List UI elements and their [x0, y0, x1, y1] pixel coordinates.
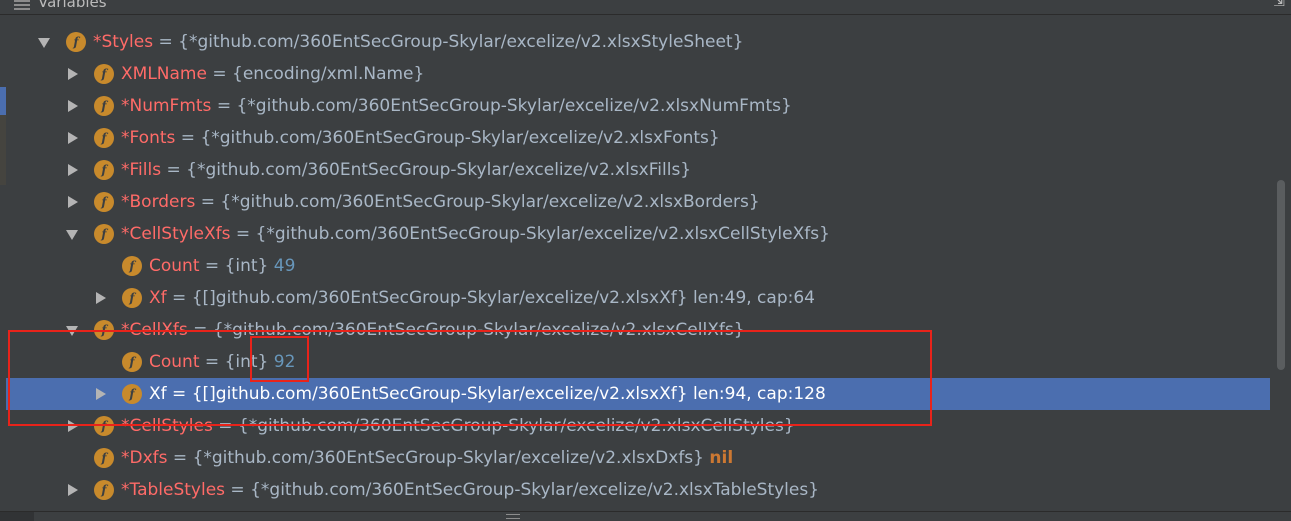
field-type: {*github.com/360EntSecGroup-Skylar/excel… — [255, 224, 830, 244]
field-icon: f — [122, 256, 142, 276]
field-type: {*github.com/360EntSecGroup-Skylar/excel… — [220, 192, 760, 212]
field-type: {*github.com/360EntSecGroup-Skylar/excel… — [186, 160, 692, 180]
field-icon: f — [94, 320, 114, 340]
field-value: 49 — [273, 256, 296, 276]
tree-row-cellxfs[interactable]: f *CellXfs = {*github.com/360EntSecGroup… — [6, 314, 1270, 346]
field-type: {[]github.com/360EntSecGroup-Skylar/exce… — [191, 288, 688, 308]
field-type: {encoding/xml.Name} — [232, 64, 425, 84]
tree-row-borders[interactable]: f *Borders = {*github.com/360EntSecGroup… — [6, 186, 1270, 218]
field-icon: f — [94, 128, 114, 148]
panel-title: Variables — [38, 0, 107, 11]
field-icon: f — [94, 96, 114, 116]
field-name: *TableStyles — [121, 480, 226, 500]
pin-icon[interactable]: ⇲ — [1273, 0, 1285, 10]
field-name: *Fonts — [121, 128, 176, 148]
tree-row-tablestyles[interactable]: f *TableStyles = {*github.com/360EntSecG… — [6, 474, 1270, 506]
tree-row-xf[interactable]: f Xf = {[]github.com/360EntSecGroup-Skyl… — [6, 282, 1270, 314]
nil-value: nil — [709, 448, 734, 468]
variables-panel-header: Variables ⇲ — [0, 0, 1291, 15]
variables-tree: f *Styles = {*github.com/360EntSecGroup-… — [6, 26, 1270, 506]
field-type: {*github.com/360EntSecGroup-Skylar/excel… — [236, 96, 792, 116]
field-name: *CellStyleXfs — [121, 224, 231, 244]
field-icon: f — [94, 192, 114, 212]
field-icon: f — [94, 480, 114, 500]
collapse-toggle-icon[interactable] — [64, 90, 80, 122]
field-meta: len:49, cap:64 — [692, 288, 815, 308]
field-type: {*github.com/360EntSecGroup-Skylar/excel… — [192, 448, 704, 468]
field-icon: f — [122, 384, 142, 404]
field-icon: f — [94, 224, 114, 244]
field-name: *Fills — [121, 160, 162, 180]
tree-row-fonts[interactable]: f *Fonts = {*github.com/360EntSecGroup-S… — [6, 122, 1270, 154]
tree-row-count[interactable]: f Count = {int} 92 — [6, 346, 1270, 378]
collapse-toggle-icon[interactable] — [92, 378, 108, 410]
resize-grip-icon[interactable] — [506, 514, 520, 519]
field-type: {*github.com/360EntSecGroup-Skylar/excel… — [237, 416, 795, 436]
field-name: *CellStyles — [121, 416, 213, 436]
field-value: 92 — [273, 352, 296, 372]
expand-toggle-icon[interactable] — [36, 26, 52, 58]
tree-row-cellstyles[interactable]: f *CellStyles = {*github.com/360EntSecGr… — [6, 410, 1270, 442]
field-type: {*github.com/360EntSecGroup-Skylar/excel… — [250, 480, 820, 500]
vertical-scrollbar[interactable] — [1271, 15, 1291, 515]
field-name: Xf — [149, 288, 167, 308]
field-icon: f — [94, 448, 114, 468]
field-type: {int} — [224, 256, 269, 276]
field-name: *CellXfs — [121, 320, 188, 340]
field-icon: f — [122, 288, 142, 308]
collapse-toggle-icon[interactable] — [64, 58, 80, 90]
field-type: {*github.com/360EntSecGroup-Skylar/excel… — [200, 128, 720, 148]
tree-row-cellstylexfs[interactable]: f *CellStyleXfs = {*github.com/360EntSec… — [6, 218, 1270, 250]
field-icon: f — [94, 160, 114, 180]
menu-icon[interactable] — [14, 0, 30, 12]
field-type: {*github.com/360EntSecGroup-Skylar/excel… — [212, 320, 745, 340]
tree-row-numfmts[interactable]: f *NumFmts = {*github.com/360EntSecGroup… — [6, 90, 1270, 122]
field-icon: f — [66, 32, 86, 52]
field-name: *Styles — [93, 32, 154, 52]
field-meta: len:94, cap:128 — [692, 384, 826, 404]
collapse-toggle-icon[interactable] — [64, 154, 80, 186]
field-name: Xf — [149, 384, 167, 404]
collapse-toggle-icon[interactable] — [64, 122, 80, 154]
collapse-toggle-icon[interactable] — [64, 474, 80, 506]
field-name: XMLName — [121, 64, 207, 84]
field-name: *Dxfs — [121, 448, 168, 468]
tree-row-dxfs[interactable]: f *Dxfs = {*github.com/360EntSecGroup-Sk… — [6, 442, 1270, 474]
field-icon: f — [94, 64, 114, 84]
collapse-toggle-icon[interactable] — [64, 410, 80, 442]
field-icon: f — [122, 352, 142, 372]
expand-toggle-icon[interactable] — [64, 218, 80, 250]
field-name: Count — [149, 352, 200, 372]
field-type: {int} — [224, 352, 269, 372]
collapse-toggle-icon[interactable] — [64, 186, 80, 218]
tree-row-fills[interactable]: f *Fills = {*github.com/360EntSecGroup-S… — [6, 154, 1270, 186]
field-name: *Borders — [121, 192, 196, 212]
expand-toggle-icon[interactable] — [64, 314, 80, 346]
scrollbar-thumb[interactable] — [1277, 180, 1285, 370]
field-name: *NumFmts — [121, 96, 212, 116]
tree-row-styles[interactable]: f *Styles = {*github.com/360EntSecGroup-… — [6, 26, 1270, 58]
tree-row-xf-selected[interactable]: f Xf = {[]github.com/360EntSecGroup-Skyl… — [6, 378, 1270, 410]
field-name: Count — [149, 256, 200, 276]
field-type: {*github.com/360EntSecGroup-Skylar/excel… — [178, 32, 744, 52]
tree-row-count[interactable]: f Count = {int} 49 — [6, 250, 1270, 282]
collapse-toggle-icon[interactable] — [92, 282, 108, 314]
tree-row-xmlname[interactable]: f XMLName = {encoding/xml.Name} — [6, 58, 1270, 90]
field-type: {[]github.com/360EntSecGroup-Skylar/exce… — [191, 384, 688, 404]
field-icon: f — [94, 416, 114, 436]
